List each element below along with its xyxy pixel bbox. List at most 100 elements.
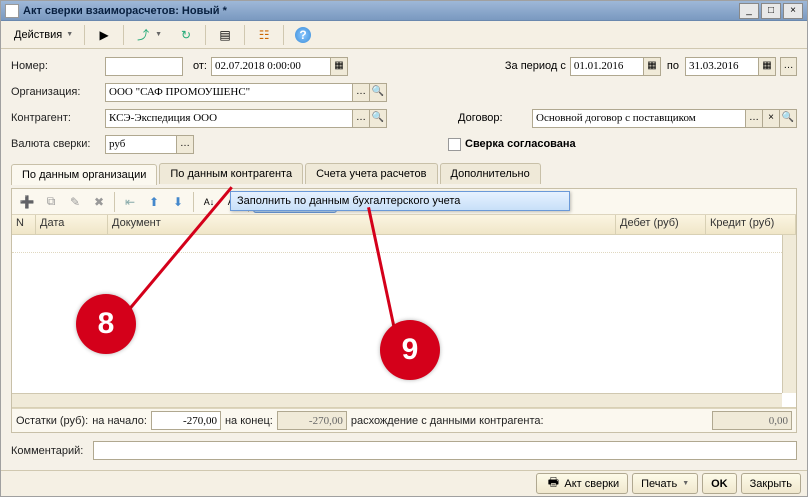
contract-label: Договор: <box>458 112 528 124</box>
open-button[interactable]: 🔍 <box>370 109 387 128</box>
select-button[interactable]: … <box>353 109 370 128</box>
open-button[interactable]: 🔍 <box>370 83 387 102</box>
app-icon <box>5 4 19 18</box>
delete-row-button[interactable]: ✖ <box>88 191 110 213</box>
play-icon: ▶ <box>96 27 112 43</box>
chevron-down-icon: ▼ <box>682 480 689 487</box>
callout-8-label: 8 <box>98 307 115 341</box>
fill-menu-label: Заполнить по данным бухгалтерского учета <box>237 195 460 207</box>
go-icon: ⤴ <box>135 27 151 43</box>
close-form-button[interactable]: Закрыть <box>741 473 801 494</box>
toolbar-separator <box>123 25 124 45</box>
print-label: Печать <box>641 478 677 490</box>
close-label: Закрыть <box>750 478 792 490</box>
balance-end-label: на конец: <box>225 415 273 427</box>
clear-button[interactable]: × <box>763 109 780 128</box>
balances-bar: Остатки (руб): на начало: на конец: расх… <box>12 408 796 432</box>
move-start-button[interactable]: ⇤ <box>119 191 141 213</box>
tabs: По данным организации По данным контраге… <box>11 163 797 184</box>
refresh-icon: ↻ <box>178 27 194 43</box>
tab-counterparty-data[interactable]: По данным контрагента <box>159 163 303 184</box>
grid-header: N Дата Документ Дебет (руб) Кредит (руб) <box>12 215 796 235</box>
add-row-button[interactable]: ➕ <box>16 191 38 213</box>
copy-row-button[interactable]: ⧉ <box>40 191 62 213</box>
period-from-input[interactable] <box>570 57 644 76</box>
act-button[interactable]: 🖶 Акт сверки <box>536 473 628 494</box>
currency-input[interactable] <box>105 135 177 154</box>
comment-label: Комментарий: <box>11 445 87 457</box>
toolbar-separator <box>205 25 206 45</box>
balance-end-input <box>277 411 347 430</box>
from-label: от: <box>187 60 207 72</box>
col-doc[interactable]: Документ <box>108 215 616 234</box>
maximize-button[interactable]: □ <box>761 3 781 19</box>
print-button[interactable]: Печать ▼ <box>632 473 698 494</box>
date-input[interactable] <box>211 57 331 76</box>
actions-label: Действия <box>14 29 62 41</box>
number-label: Номер: <box>11 60 101 72</box>
calendar-icon[interactable]: ▦ <box>644 57 661 76</box>
tab-additional[interactable]: Дополнительно <box>440 163 541 184</box>
counterparty-label: Контрагент: <box>11 112 101 124</box>
window: Акт сверки взаиморасчетов: Новый * _ □ ×… <box>0 0 808 497</box>
ok-button[interactable]: OK <box>702 473 737 494</box>
toolbar-separator <box>114 192 115 212</box>
balance-start-label: на начало: <box>92 415 147 427</box>
struct-button[interactable]: ☷ <box>249 24 279 46</box>
balances-title: Остатки (руб): <box>16 415 88 427</box>
callout-8: 8 <box>76 294 136 354</box>
edit-row-button[interactable]: ✎ <box>64 191 86 213</box>
minimize-button[interactable]: _ <box>739 3 759 19</box>
chevron-down-icon: ▼ <box>155 31 162 38</box>
period-to-label: по <box>665 60 681 72</box>
chevron-down-icon: ▼ <box>66 31 73 38</box>
period-select-button[interactable]: … <box>780 57 797 76</box>
fill-menu-item[interactable]: Заполнить по данным бухгалтерского учета <box>230 191 570 211</box>
toolbar-separator <box>283 25 284 45</box>
currency-label: Валюта сверки: <box>11 138 101 150</box>
period-to-input[interactable] <box>685 57 759 76</box>
help-button[interactable]: ? <box>288 24 318 46</box>
report-button[interactable]: ▤ <box>210 24 240 46</box>
callout-9-label: 9 <box>402 333 419 367</box>
tab-accounts[interactable]: Счета учета расчетов <box>305 163 437 184</box>
go-button[interactable]: ⤴▼ <box>128 24 169 46</box>
grid-empty-row[interactable] <box>12 235 796 253</box>
comment-row: Комментарий: <box>11 437 797 464</box>
col-debit[interactable]: Дебет (руб) <box>616 215 706 234</box>
open-button[interactable]: 🔍 <box>780 109 797 128</box>
agreed-checkbox[interactable] <box>448 138 461 151</box>
comment-input[interactable] <box>93 441 797 460</box>
select-button[interactable]: … <box>746 109 763 128</box>
close-button[interactable]: × <box>783 3 803 19</box>
period-from-label: За период с <box>505 60 566 72</box>
col-n[interactable]: N <box>12 215 36 234</box>
calendar-icon[interactable]: ▦ <box>759 57 776 76</box>
tab-org-data[interactable]: По данным организации <box>11 164 157 185</box>
org-input[interactable] <box>105 83 353 102</box>
scrollbar-horizontal[interactable] <box>12 393 782 407</box>
number-input[interactable] <box>105 57 183 76</box>
select-button[interactable]: … <box>177 135 194 154</box>
counterparty-input[interactable] <box>105 109 353 128</box>
col-credit[interactable]: Кредит (руб) <box>706 215 796 234</box>
form-content: Номер: от: ▦ За период с ▦ по ▦ … <box>1 49 807 470</box>
refresh-button[interactable]: ↻ <box>171 24 201 46</box>
actions-menu[interactable]: Действия ▼ <box>7 24 80 46</box>
toolbar-separator <box>193 192 194 212</box>
titlebar: Акт сверки взаиморасчетов: Новый * _ □ × <box>1 1 807 21</box>
window-title: Акт сверки взаиморасчетов: Новый * <box>23 5 739 17</box>
select-button[interactable]: … <box>353 83 370 102</box>
move-up-button[interactable]: ⬆ <box>143 191 165 213</box>
ok-label: OK <box>711 478 728 490</box>
post-button[interactable]: ▶ <box>89 24 119 46</box>
act-label: Акт сверки <box>564 478 619 490</box>
col-date[interactable]: Дата <box>36 215 108 234</box>
move-down-button[interactable]: ⬇ <box>167 191 189 213</box>
balance-start-input[interactable] <box>151 411 221 430</box>
toolbar-separator <box>84 25 85 45</box>
main-toolbar: Действия ▼ ▶ ⤴▼ ↻ ▤ ☷ ? <box>1 21 807 49</box>
scrollbar-vertical[interactable] <box>782 235 796 393</box>
calendar-icon[interactable]: ▦ <box>331 57 348 76</box>
contract-input[interactable] <box>532 109 746 128</box>
